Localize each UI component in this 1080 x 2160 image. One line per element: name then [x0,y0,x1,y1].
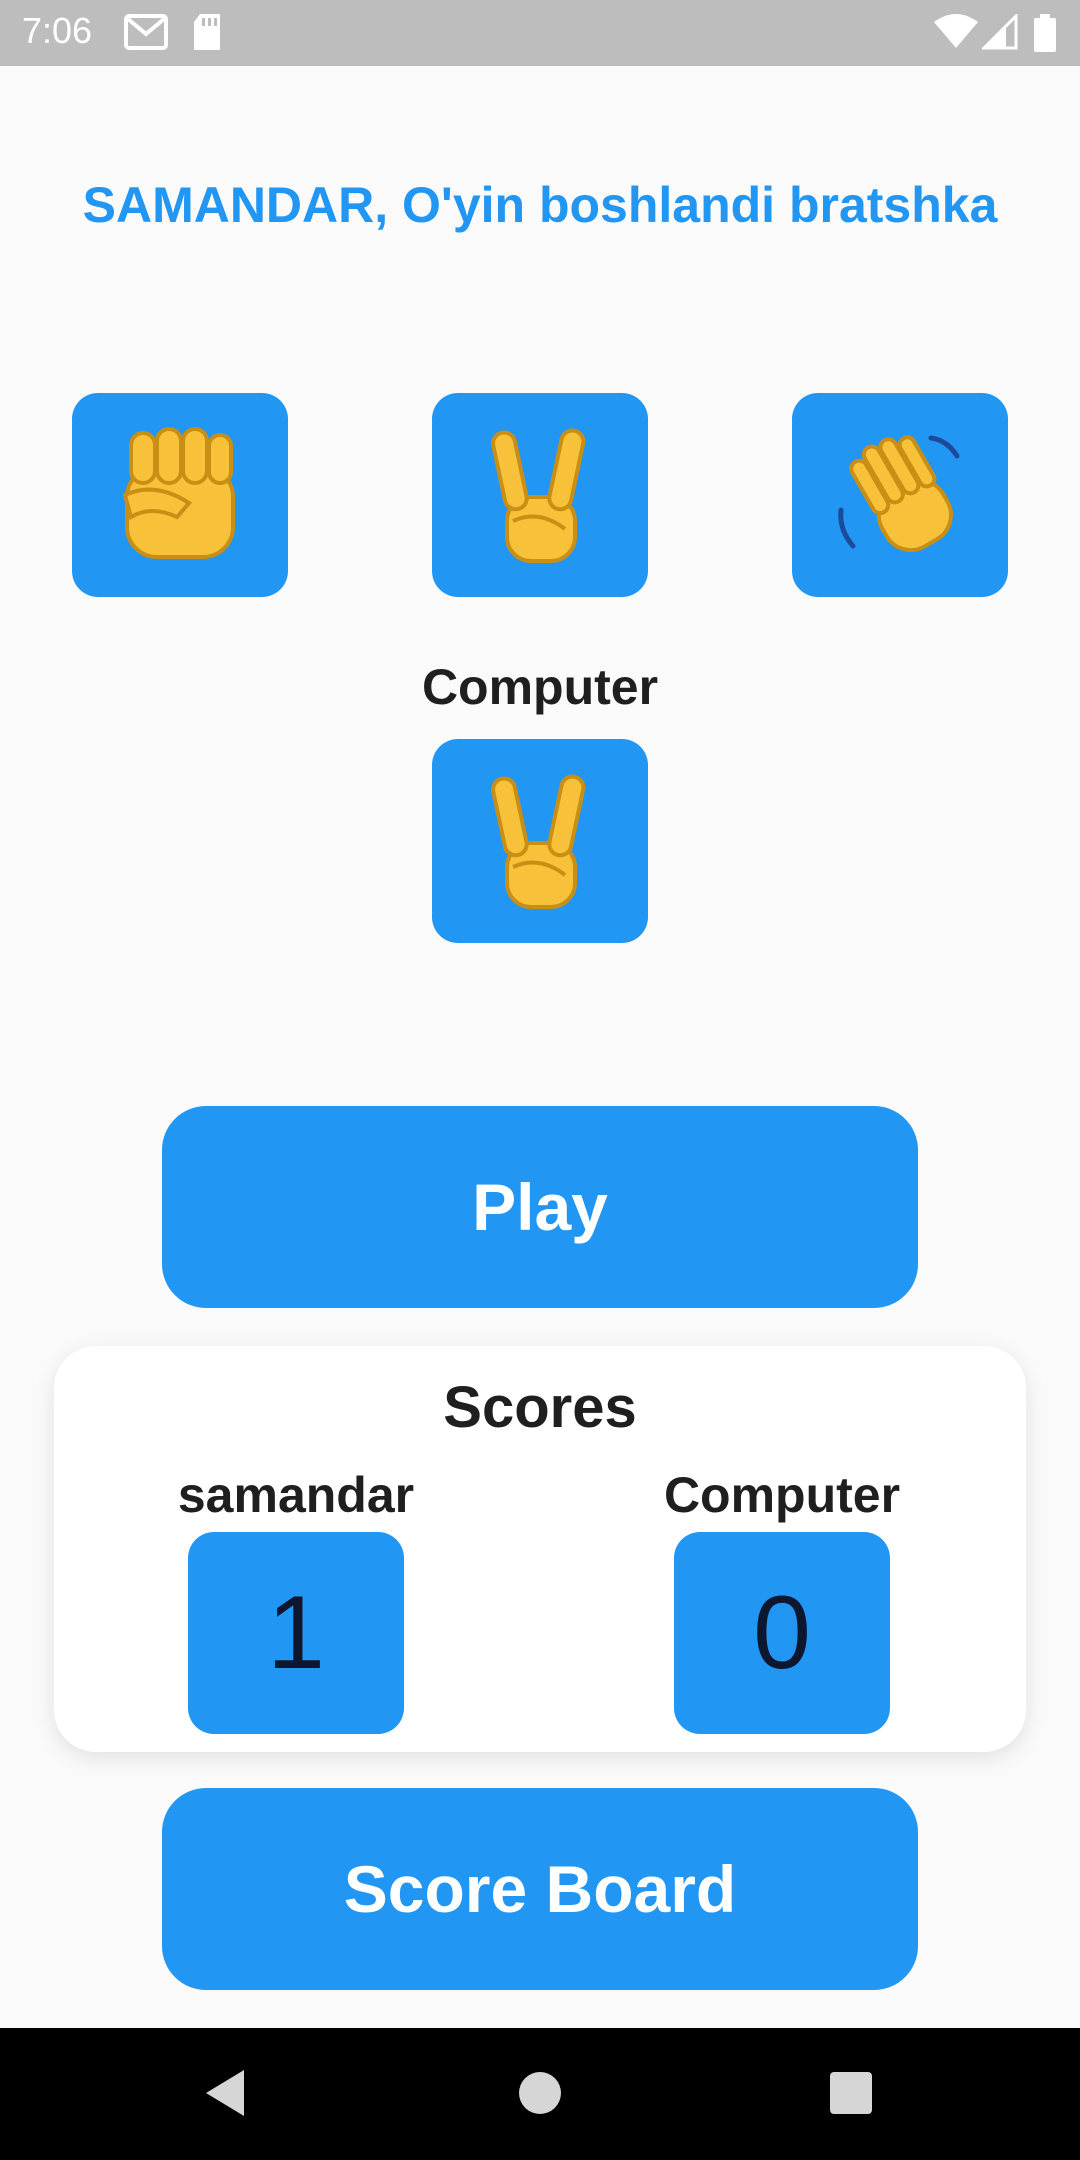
player-score: 1 [188,1532,404,1734]
player-name: samandar [177,1467,415,1523]
scissors-button[interactable] [432,393,648,597]
recents-icon[interactable] [826,2066,876,2125]
gmail-icon [124,14,168,55]
sd-card-icon [192,14,222,55]
back-icon[interactable] [200,2066,250,2125]
status-time: 7:06 [22,10,93,51]
computer-choice [432,739,648,943]
wifi-icon [934,14,978,55]
signal-icon [980,12,1018,55]
computer-score: 0 [674,1532,890,1734]
scores-title: Scores [443,1375,637,1440]
nav-bar [0,2028,1080,2160]
victory-hand-icon [491,428,586,563]
home-icon[interactable] [515,2066,565,2125]
computer-label: Computer [421,659,659,715]
paper-button[interactable] [792,393,1008,597]
scores-card: Scores samandar Computer 1 0 [54,1346,1026,1752]
computer-name: Computer [663,1467,901,1523]
status-bar: 7:06 [0,0,1080,66]
waving-hand-icon [838,435,960,553]
fist-icon [122,427,235,559]
game-title: SAMANDAR, O'yin boshlandi bratshka [82,177,998,233]
battery-icon [1034,14,1056,57]
rock-button[interactable] [72,393,288,597]
play-button[interactable]: Play [162,1106,918,1308]
victory-hand-icon [491,774,586,909]
score-board-button[interactable]: Score Board [162,1788,918,1990]
